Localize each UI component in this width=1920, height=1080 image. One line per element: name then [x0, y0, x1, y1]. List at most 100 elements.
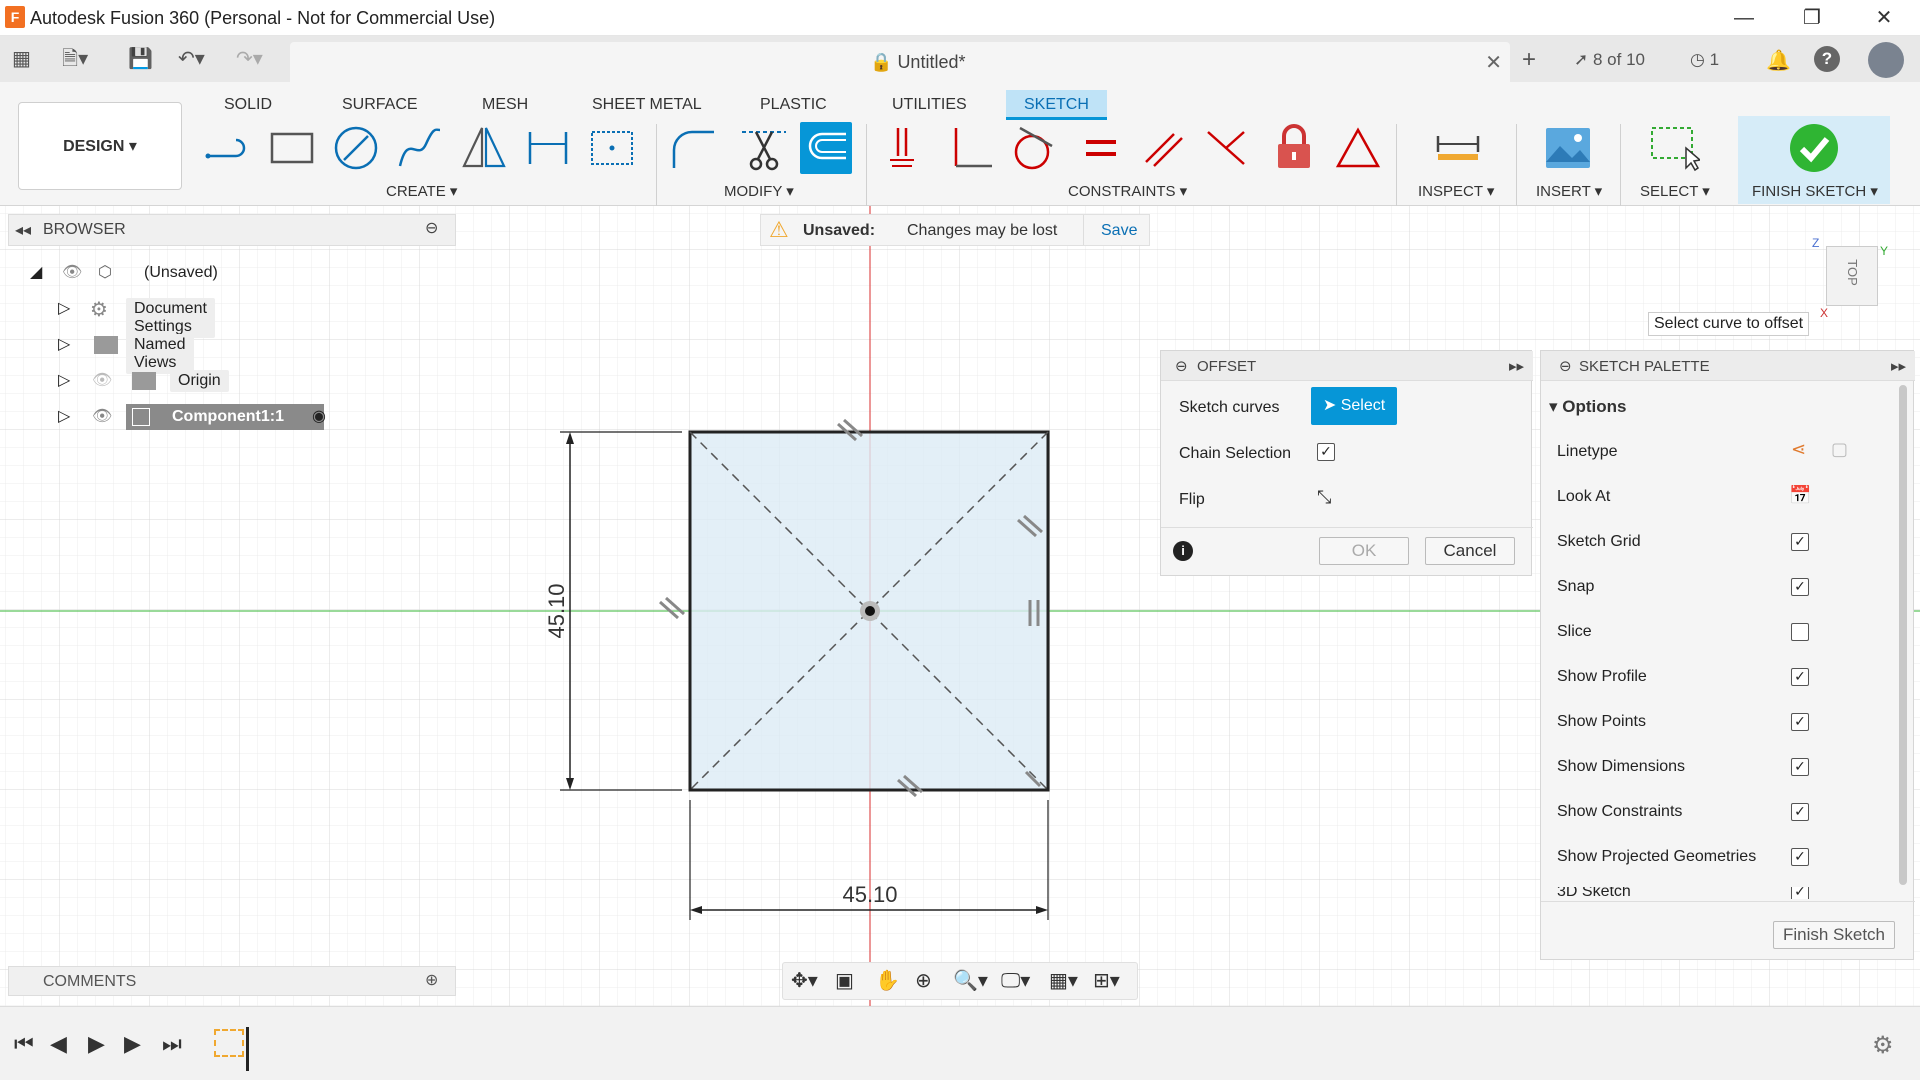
tab-solid[interactable]: SOLID — [206, 90, 290, 120]
collapse-panel-icon[interactable]: ◂◂ — [15, 220, 31, 240]
create-group-label[interactable]: CREATE ▾ — [386, 182, 457, 200]
viewcube[interactable]: TOP — [1826, 246, 1878, 306]
flip-direction-icon[interactable]: ⤡ — [1317, 487, 1331, 508]
document-tab[interactable]: 🔒 Untitled* ✕ — [290, 42, 1510, 82]
tab-sketch[interactable]: SKETCH — [1006, 90, 1107, 120]
minimize-browser-icon[interactable]: ⊖ — [425, 218, 438, 238]
close-tab-icon[interactable]: ✕ — [1485, 50, 1502, 75]
close-window-button[interactable]: ✕ — [1864, 4, 1904, 32]
show-points-checkbox[interactable]: ✓ — [1791, 713, 1809, 731]
circle-tool-icon[interactable] — [330, 122, 382, 174]
construction-linetype-icon[interactable]: ⋖ — [1791, 439, 1806, 460]
offset-tool-icon[interactable] — [800, 122, 852, 174]
minimize-button[interactable]: — — [1724, 4, 1764, 32]
expand-triangle-icon[interactable]: ▷ — [58, 298, 70, 318]
save-link[interactable]: Save — [1101, 222, 1137, 240]
point-tool-icon[interactable] — [586, 122, 638, 174]
new-tab-icon[interactable]: + — [1522, 46, 1536, 74]
line-tool-icon[interactable] — [202, 122, 254, 174]
3d-sketch-checkbox[interactable]: ✓ — [1791, 887, 1809, 899]
expand-triangle-icon[interactable]: ▷ — [58, 406, 70, 426]
snap-checkbox[interactable]: ✓ — [1791, 578, 1809, 596]
expand-dialog-icon[interactable]: ▸▸ — [1509, 357, 1524, 375]
mirror-tool-icon[interactable] — [458, 122, 510, 174]
go-to-start-icon[interactable]: ⏮ — [14, 1031, 34, 1057]
modify-group-label[interactable]: MODIFY ▾ — [724, 182, 794, 200]
slice-checkbox[interactable] — [1791, 623, 1809, 641]
visibility-eye-icon[interactable]: 👁 — [62, 262, 82, 282]
browser-panel-header[interactable]: ◂◂ BROWSER ⊖ — [8, 214, 456, 246]
finish-sketch-button[interactable]: FINISH SKETCH ▾ — [1738, 116, 1890, 204]
history-status[interactable]: ◷ 1 — [1690, 50, 1719, 70]
notifications-icon[interactable]: 🔔 — [1766, 48, 1791, 73]
workspace-switcher-button[interactable]: DESIGN ▾ — [18, 102, 182, 190]
inspect-group-label[interactable]: INSPECT ▾ — [1418, 182, 1494, 200]
orbit-icon[interactable]: ✥▾ — [791, 968, 818, 993]
tab-surface[interactable]: SURFACE — [324, 90, 436, 120]
look-at-nav-icon[interactable]: ▣ — [835, 968, 854, 993]
hidden-eye-icon[interactable]: 👁 — [92, 370, 112, 390]
help-icon[interactable]: ? — [1814, 46, 1840, 72]
show-profile-checkbox[interactable]: ✓ — [1791, 668, 1809, 686]
comments-panel-header[interactable]: COMMENTS ⊕ — [8, 966, 456, 996]
triangle-constraint-icon[interactable] — [1332, 122, 1384, 174]
offset-dialog-header[interactable]: ⊖ OFFSET ▸▸ — [1161, 351, 1533, 381]
viewports-icon[interactable]: ⊞▾ — [1093, 968, 1120, 993]
insert-group-label[interactable]: INSERT ▾ — [1536, 182, 1602, 200]
save-icon[interactable]: 💾 — [128, 46, 153, 72]
palette-scrollbar[interactable] — [1899, 385, 1907, 885]
visibility-eye-icon[interactable]: 👁 — [92, 406, 112, 426]
options-section-header[interactable]: ▾ Options — [1549, 397, 1627, 417]
display-settings-icon[interactable]: 🖵▾ — [1001, 968, 1030, 993]
midpoint-constraint-icon[interactable] — [1200, 122, 1252, 174]
redo-icon[interactable]: ↷▾ — [236, 46, 263, 72]
expand-triangle-icon[interactable]: ▷ — [58, 370, 70, 390]
add-comment-icon[interactable]: ⊕ — [425, 970, 438, 990]
select-curves-button[interactable]: ➤ Select — [1311, 387, 1397, 425]
collapse-triangle-icon[interactable]: ◢ — [30, 262, 42, 282]
sketch-dimension-tool-icon[interactable] — [522, 122, 574, 174]
chain-selection-checkbox[interactable]: ✓ — [1317, 443, 1335, 461]
restore-button[interactable]: ❐ — [1792, 4, 1832, 32]
fix-constraint-lock-icon[interactable] — [1268, 122, 1320, 174]
job-status[interactable]: ➚ 8 of 10 — [1574, 50, 1645, 70]
fillet-tool-icon[interactable] — [668, 122, 720, 174]
expand-triangle-icon[interactable]: ▷ — [58, 334, 70, 354]
look-at-icon[interactable]: 📅 — [1789, 485, 1811, 506]
show-constraints-checkbox[interactable]: ✓ — [1791, 803, 1809, 821]
measure-tool-icon[interactable] — [1432, 122, 1484, 174]
insert-image-icon[interactable] — [1542, 122, 1594, 174]
constraints-group-label[interactable]: CONSTRAINTS ▾ — [1068, 182, 1187, 200]
palette-minimize-icon[interactable]: ⊖ — [1559, 357, 1572, 375]
activate-radio-icon[interactable]: ◉ — [312, 406, 326, 426]
finish-sketch-palette-button[interactable]: Finish Sketch — [1773, 921, 1895, 949]
pan-hand-icon[interactable]: ✋ — [875, 968, 900, 993]
rectangle-tool-icon[interactable] — [266, 122, 318, 174]
play-icon[interactable]: ▶ — [88, 1031, 105, 1057]
sketch-palette-header[interactable]: ⊖ SKETCH PALETTE ▸▸ — [1541, 351, 1915, 381]
centerline-linetype-icon[interactable]: ▢ — [1831, 439, 1848, 460]
sketch-timeline-feature-icon[interactable] — [214, 1029, 244, 1057]
cancel-button[interactable]: Cancel — [1425, 537, 1515, 565]
tab-sheet-metal[interactable]: SHEET METAL — [574, 90, 720, 120]
file-menu-icon[interactable]: 🗎▾ — [62, 46, 88, 72]
tangent-constraint-icon[interactable] — [1006, 122, 1058, 174]
show-dimensions-checkbox[interactable]: ✓ — [1791, 758, 1809, 776]
select-group-label[interactable]: SELECT ▾ — [1640, 182, 1710, 200]
coincident-constraint-icon[interactable] — [882, 122, 934, 174]
trim-tool-icon[interactable] — [738, 122, 790, 174]
undo-icon[interactable]: ↶▾ — [178, 46, 205, 72]
equal-constraint-icon[interactable] — [1074, 122, 1126, 174]
tab-mesh[interactable]: MESH — [464, 90, 546, 120]
show-projected-geometries-checkbox[interactable]: ✓ — [1791, 848, 1809, 866]
go-to-end-icon[interactable]: ⏭ — [162, 1031, 182, 1057]
user-avatar[interactable] — [1868, 42, 1904, 78]
grid-settings-icon[interactable]: ▦▾ — [1049, 968, 1078, 993]
ok-button[interactable]: OK — [1319, 537, 1409, 565]
timeline-settings-gear-icon[interactable]: ⚙ — [1872, 1031, 1894, 1060]
parallel-constraint-icon[interactable] — [1138, 122, 1190, 174]
step-back-icon[interactable]: ◀ — [50, 1031, 67, 1057]
spline-tool-icon[interactable] — [394, 122, 446, 174]
step-forward-icon[interactable]: ▶ — [124, 1031, 141, 1057]
data-panel-grid-icon[interactable]: ▦ — [12, 46, 31, 72]
